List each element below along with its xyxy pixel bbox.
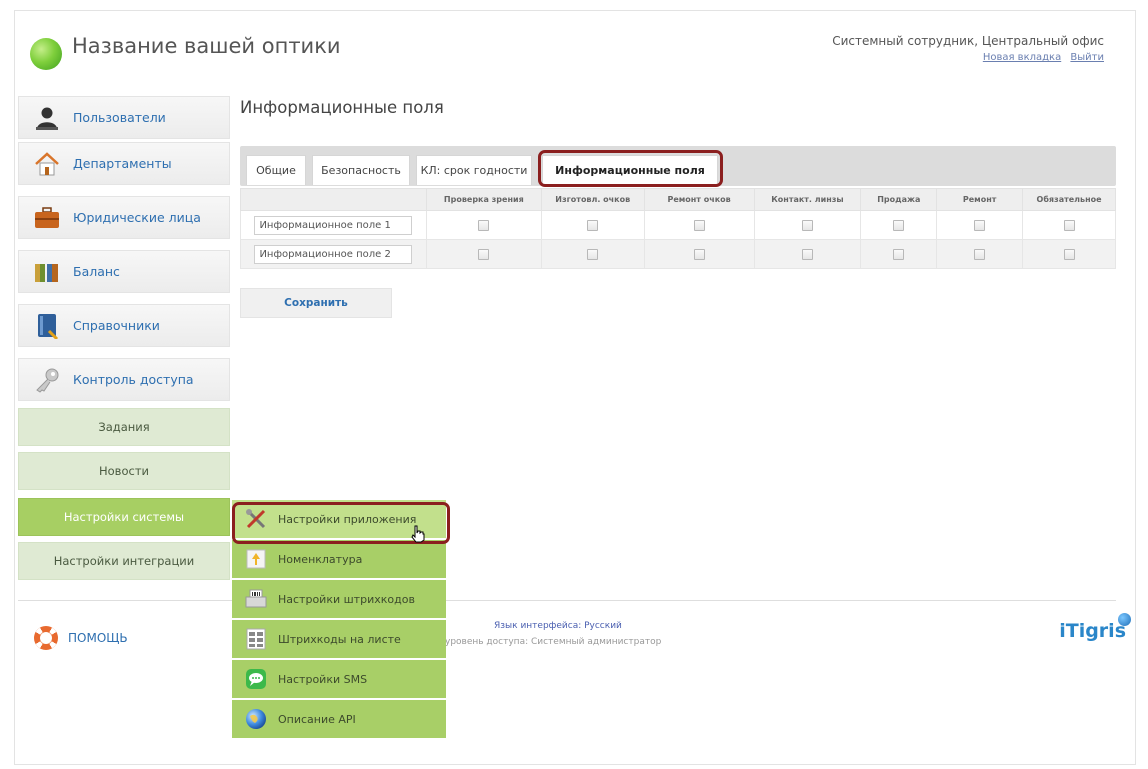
tab-cl-expiry[interactable]: КЛ: срок годности [416, 155, 532, 185]
access-level: уровень доступа: Системный администратор [445, 637, 662, 647]
info-field-input[interactable] [254, 244, 413, 264]
barcode-sheet-icon [244, 628, 268, 650]
sidebar-item-access-control[interactable]: Контроль доступа [18, 358, 230, 401]
table-row [240, 239, 1116, 269]
tab-general[interactable]: Общие [246, 155, 306, 185]
help-label: ПОМОЩЬ [68, 631, 128, 645]
info-field-input[interactable] [254, 215, 413, 235]
sms-icon [244, 668, 268, 690]
lifebuoy-icon [34, 626, 58, 650]
tab-security[interactable]: Безопасность [312, 155, 410, 185]
user-icon [33, 105, 61, 131]
checkbox[interactable] [1063, 248, 1075, 260]
column-header: Контакт. линзы [753, 188, 862, 211]
menu-item-sms-settings[interactable]: Настройки SMS [232, 660, 446, 700]
menu-item-label: Номенклатура [278, 552, 363, 566]
checkbox[interactable] [893, 219, 905, 231]
column-header: Проверка зрения [425, 188, 542, 211]
checkbox[interactable] [893, 248, 905, 260]
menu-item-label: Настройки штрихкодов [278, 592, 415, 606]
sidebar-item-references[interactable]: Справочники [18, 304, 230, 347]
globe-icon [244, 708, 268, 730]
user-info: Системный сотрудник, Центральный офис [832, 34, 1104, 48]
app-title: Название вашей оптики [72, 34, 341, 58]
sidebar-item-label: Баланс [73, 264, 120, 279]
book-icon [33, 313, 61, 339]
sidebar-item-users[interactable]: Пользователи [18, 96, 230, 139]
sidebar-subitem-tasks[interactable]: Задания [18, 408, 230, 446]
sidebar-item-departments[interactable]: Департаменты [18, 142, 230, 185]
column-header: Изготовл. очков [540, 188, 645, 211]
checkbox[interactable] [693, 248, 705, 260]
tab-info-fields[interactable]: Информационные поля [542, 155, 718, 185]
column-header: Ремонт [936, 188, 1024, 211]
save-button[interactable]: Сохранить [240, 288, 392, 318]
checkbox[interactable] [478, 219, 490, 231]
interface-language[interactable]: Язык интерфейса: Русский [494, 621, 622, 631]
checkbox[interactable] [801, 219, 813, 231]
sidebar-item-label: Департаменты [73, 156, 172, 171]
menu-item-label: Настройки SMS [278, 672, 368, 686]
key-icon [33, 367, 61, 393]
sidebar-subitem-system-settings[interactable]: Настройки системы [18, 498, 230, 536]
sidebar-item-legal-entities[interactable]: Юридические лица [18, 196, 230, 239]
menu-item-label: Настройки приложения [278, 512, 417, 526]
page-title: Информационные поля [240, 98, 444, 117]
sidebar-item-label: Юридические лица [73, 210, 201, 225]
sidebar-item-label: Контроль доступа [73, 372, 194, 387]
menu-item-nomenclature[interactable]: Номенклатура [232, 540, 446, 580]
checkbox[interactable] [587, 248, 599, 260]
logout-link[interactable]: Выйти [1070, 52, 1104, 63]
sidebar-subitem-news[interactable]: Новости [18, 452, 230, 490]
checkbox[interactable] [974, 219, 986, 231]
column-header: Обязательное [1022, 188, 1116, 211]
menu-item-label: Штрихкоды на листе [278, 632, 401, 646]
hand-cursor-icon [411, 525, 425, 543]
sidebar-item-label: Справочники [73, 318, 160, 333]
briefcase-icon [33, 205, 61, 231]
column-header: Ремонт очков [643, 188, 755, 211]
tools-icon [244, 508, 268, 530]
column-header: Продажа [860, 188, 938, 211]
checkbox[interactable] [478, 248, 490, 260]
menu-item-barcodes-on-sheet[interactable]: Штрихкоды на листе [232, 620, 446, 660]
checkbox[interactable] [801, 248, 813, 260]
menu-item-barcode-settings[interactable]: Настройки штрихкодов [232, 580, 446, 620]
menu-item-api-description[interactable]: Описание API [232, 700, 446, 740]
checkbox[interactable] [1063, 219, 1075, 231]
logo-icon [30, 38, 62, 70]
table-row [240, 210, 1116, 240]
sidebar-item-balance[interactable]: Баланс [18, 250, 230, 293]
table-header-row: Проверка зрения Изготовл. очков Ремонт о… [240, 188, 1116, 211]
house-icon [33, 151, 61, 177]
checkbox[interactable] [693, 219, 705, 231]
sidebar-subitem-integration-settings[interactable]: Настройки интеграции [18, 542, 230, 580]
books-icon [33, 259, 61, 285]
barcode-printer-icon [244, 588, 268, 610]
new-tab-link[interactable]: Новая вкладка [983, 52, 1061, 63]
sidebar-item-label: Пользователи [73, 110, 166, 125]
brand-logo: iTigris [1059, 620, 1126, 642]
user-links: Новая вкладка Выйти [977, 52, 1104, 63]
nomenclature-icon [244, 548, 268, 570]
menu-item-label: Описание API [278, 712, 356, 726]
help-link[interactable]: ПОМОЩЬ [34, 626, 128, 650]
footer-divider [18, 600, 1116, 601]
checkbox[interactable] [974, 248, 986, 260]
column-header [240, 188, 427, 211]
checkbox[interactable] [587, 219, 599, 231]
info-fields-table: Проверка зрения Изготовл. очков Ремонт о… [240, 188, 1116, 269]
